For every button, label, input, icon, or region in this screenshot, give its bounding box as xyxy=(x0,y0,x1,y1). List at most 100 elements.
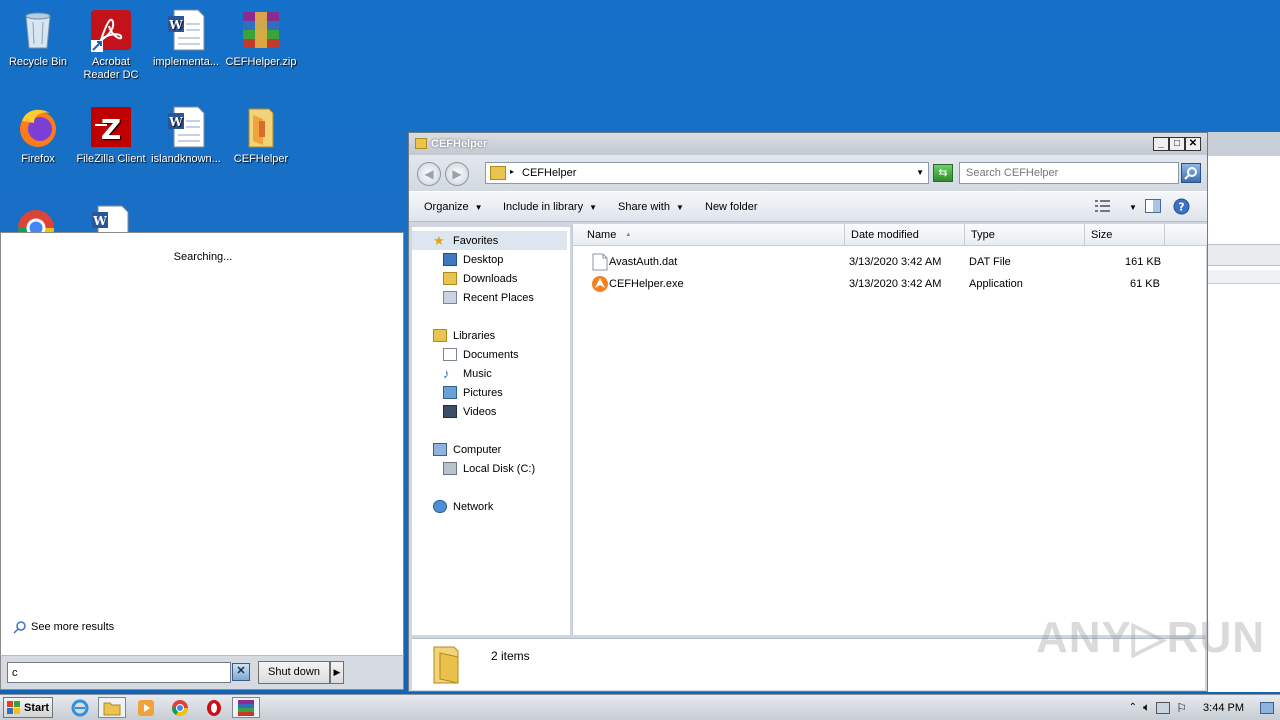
firefox-icon xyxy=(16,105,60,149)
nav-computer[interactable]: Computer xyxy=(433,443,501,456)
start-search-input[interactable] xyxy=(7,662,231,683)
search-icon[interactable] xyxy=(1181,163,1201,183)
close-button[interactable]: ✕ xyxy=(1185,137,1201,151)
winrar-taskbar-button[interactable] xyxy=(232,697,260,718)
view-options-icon[interactable] xyxy=(1095,199,1111,216)
search-box[interactable] xyxy=(959,162,1179,184)
explorer-titlebar[interactable]: CEFHelper _ □ ✕ xyxy=(409,133,1207,155)
nav-label: Music xyxy=(463,367,492,380)
chrome-taskbar-button[interactable] xyxy=(166,697,194,718)
desktop-icon-islandknown[interactable]: W islandknown... xyxy=(148,105,224,166)
chevron-down-icon[interactable]: ▼ xyxy=(916,168,924,177)
breadcrumb-separator[interactable]: ▸ xyxy=(510,167,514,176)
nav-favorites[interactable]: ★ Favorites xyxy=(433,234,498,247)
winrar-archive-icon xyxy=(239,8,283,52)
maximize-button[interactable]: □ xyxy=(1169,137,1185,151)
organize-menu[interactable]: Organize ▼ xyxy=(424,201,483,213)
chevron-down-icon: ▼ xyxy=(474,203,483,212)
taskbar-clock[interactable]: 3:44 PM xyxy=(1203,702,1244,714)
clear-search-button[interactable]: ✕ xyxy=(232,663,250,681)
media-player-taskbar-button[interactable] xyxy=(132,697,160,718)
nav-label: Favorites xyxy=(453,234,499,247)
shut-down-button[interactable]: Shut down xyxy=(258,661,330,684)
word-document-icon[interactable]: W xyxy=(88,204,132,232)
back-button[interactable]: ◀ xyxy=(417,162,441,186)
avast-icon xyxy=(591,275,609,296)
nav-downloads[interactable]: Downloads xyxy=(443,272,517,285)
column-name[interactable]: Name ▲ xyxy=(573,224,845,246)
file-size: 61 KB xyxy=(1130,278,1160,290)
desktop-icon-recycle-bin[interactable]: Recycle Bin xyxy=(0,8,76,69)
videos-icon xyxy=(443,405,457,418)
volume-icon[interactable]: 🔈︎ xyxy=(1143,700,1150,715)
item-count: 2 items xyxy=(491,649,530,663)
nav-local-disk[interactable]: Local Disk (C:) xyxy=(443,462,535,475)
show-hidden-icons-icon[interactable]: ⌃ xyxy=(1129,702,1137,713)
background-window xyxy=(1200,132,1280,692)
nav-pictures[interactable]: Pictures xyxy=(443,386,503,399)
nav-label: Videos xyxy=(463,405,497,418)
nav-network[interactable]: Network xyxy=(433,500,493,513)
address-bar[interactable]: ▸ CEFHelper ▼ xyxy=(485,162,929,184)
column-name-label: Name xyxy=(587,229,617,241)
column-date-modified[interactable]: Date modified xyxy=(845,224,965,246)
breadcrumb-cefhelper[interactable]: CEFHelper xyxy=(522,167,576,179)
refresh-button[interactable]: ⇆ xyxy=(933,164,953,182)
svg-text:?: ? xyxy=(1178,201,1184,214)
desktop-icon-firefox[interactable]: Firefox xyxy=(0,105,76,166)
show-desktop-icon[interactable] xyxy=(1260,701,1274,714)
word-document-icon: W xyxy=(164,105,208,149)
search-input[interactable] xyxy=(966,164,1166,182)
internet-explorer-taskbar-button[interactable] xyxy=(66,697,94,718)
nav-label: Documents xyxy=(463,348,519,361)
new-folder-button[interactable]: New folder xyxy=(705,201,758,213)
explorer-taskbar-button[interactable] xyxy=(98,697,126,718)
search-icon xyxy=(13,621,26,634)
minimize-button[interactable]: _ xyxy=(1153,137,1169,151)
internet-explorer-icon xyxy=(71,699,89,716)
table-row[interactable]: AvastAuth.dat 3/13/2020 3:42 AM DAT File… xyxy=(573,252,1207,272)
nav-label: Network xyxy=(453,500,494,513)
desktop-icon-label: Firefox xyxy=(21,153,55,165)
chrome-icon[interactable] xyxy=(14,206,58,232)
table-row[interactable]: CEFHelper.exe 3/13/2020 3:42 AM Applicat… xyxy=(573,274,1207,294)
help-icon[interactable]: ? xyxy=(1173,198,1190,218)
nav-videos[interactable]: Videos xyxy=(443,405,496,418)
nav-music[interactable]: ♪ Music xyxy=(443,367,492,380)
nav-desktop[interactable]: Desktop xyxy=(443,253,503,266)
sort-arrow-icon: ▲ xyxy=(625,232,632,238)
column-size[interactable]: Size xyxy=(1085,224,1165,246)
column-header-row: Name ▲ Date modified Type Size xyxy=(573,224,1207,246)
include-label: Include in library xyxy=(503,201,584,213)
music-icon: ♪ xyxy=(443,366,450,381)
search-status: Searching... xyxy=(173,251,233,263)
nav-label: Desktop xyxy=(463,253,504,266)
view-options-dropdown[interactable]: ▼ xyxy=(1123,201,1137,213)
see-more-results-link[interactable]: See more results xyxy=(13,620,114,634)
desktop-icon-label: Recycle Bin xyxy=(8,56,68,68)
desktop-icon-cefhelper-folder[interactable]: CEFHelper xyxy=(223,105,299,166)
opera-taskbar-button[interactable] xyxy=(200,697,228,718)
desktop-icon-acrobat[interactable]: Acrobat Reader DC xyxy=(73,8,149,82)
navigation-pane xyxy=(412,227,570,635)
forward-button[interactable]: ▶ xyxy=(445,162,469,186)
desktop-icon-implementa[interactable]: W implementa... xyxy=(148,8,224,69)
file-date: 3/13/2020 3:42 AM xyxy=(849,256,942,268)
start-button[interactable]: Start xyxy=(3,697,53,718)
share-with-menu[interactable]: Share with ▼ xyxy=(618,201,684,213)
nav-recent-places[interactable]: Recent Places xyxy=(443,291,534,304)
preview-pane-icon[interactable] xyxy=(1145,199,1161,216)
desktop-icon-label: implementa... xyxy=(152,56,220,68)
shut-down-options-button[interactable]: ▶ xyxy=(330,661,344,684)
network-status-icon[interactable] xyxy=(1156,701,1171,714)
nav-libraries[interactable]: Libraries xyxy=(433,329,495,342)
action-center-flag-icon[interactable]: ⚐ xyxy=(1176,701,1187,715)
svg-text:W: W xyxy=(168,18,183,32)
include-in-library-menu[interactable]: Include in library ▼ xyxy=(503,201,597,213)
column-type[interactable]: Type xyxy=(965,224,1085,246)
desktop-icon-cefhelper-zip[interactable]: CEFHelper.zip xyxy=(223,8,299,69)
windows-logo-icon xyxy=(7,700,20,714)
chevron-down-icon: ▼ xyxy=(589,203,598,212)
desktop-icon-filezilla[interactable]: Z FileZilla Client xyxy=(73,105,149,166)
nav-documents[interactable]: Documents xyxy=(443,348,519,361)
